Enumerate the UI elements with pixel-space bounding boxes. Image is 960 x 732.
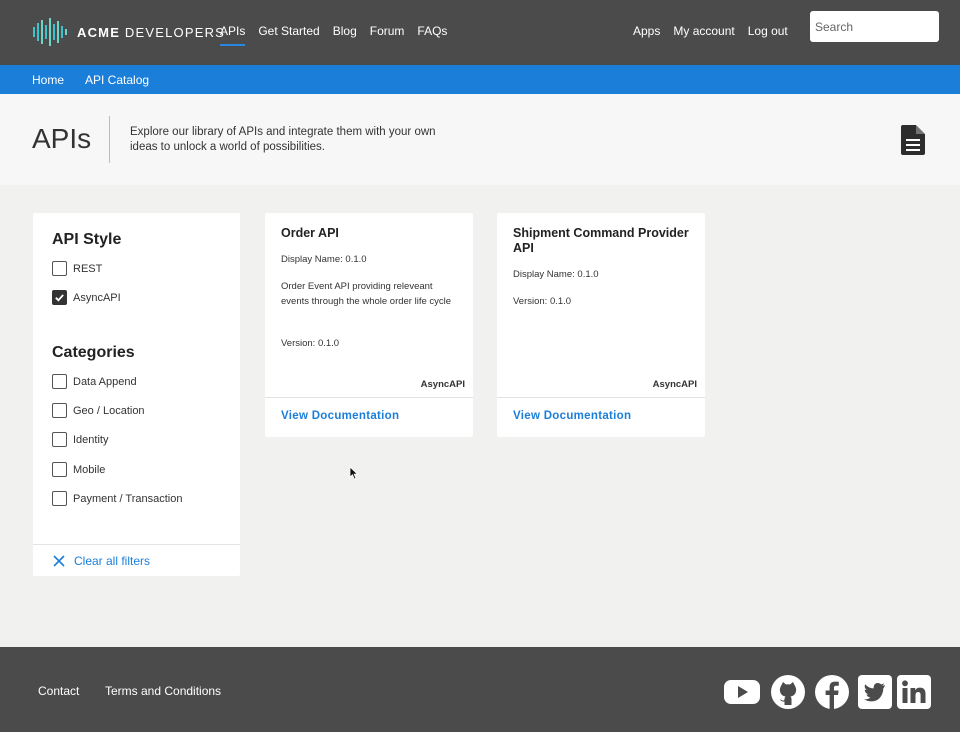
nav-log-out[interactable]: Log out [748, 24, 788, 38]
filter-mobile[interactable]: Mobile [52, 462, 105, 477]
filter-payment-transaction[interactable]: Payment / Transaction [52, 491, 182, 506]
api-style-heading: API Style [52, 231, 122, 248]
logo-text: ACME DEVELOPERS [77, 24, 226, 40]
checkbox-asyncapi[interactable] [52, 290, 67, 305]
card-title: Shipment Command Provider API [513, 226, 689, 255]
view-documentation-link[interactable]: View Documentation [513, 410, 631, 422]
footer-contact-link[interactable]: Contact [38, 684, 79, 698]
logo-wave-icon [33, 18, 67, 46]
close-icon [53, 555, 65, 567]
nav-blog[interactable]: Blog [333, 24, 357, 44]
filter-rest[interactable]: REST [52, 261, 102, 276]
filter-label: Payment / Transaction [73, 492, 183, 505]
clear-filters-label: Clear all filters [74, 554, 151, 568]
card-style-badge: AsyncAPI [652, 379, 697, 390]
page-description: Explore our library of APIs and integrat… [130, 126, 436, 153]
nav-faqs[interactable]: FAQs [417, 24, 447, 44]
youtube-icon[interactable] [724, 674, 760, 710]
card-style-badge: AsyncAPI [420, 379, 465, 390]
filter-label: Geo / Location [73, 404, 145, 417]
card-divider [265, 397, 473, 398]
card-title: Order API [281, 226, 339, 240]
breadcrumb-api-catalog[interactable]: API Catalog [85, 73, 149, 87]
search-input[interactable] [810, 11, 939, 42]
filter-geo-location[interactable]: Geo / Location [52, 403, 145, 418]
twitter-icon[interactable] [857, 674, 893, 710]
nav-apps[interactable]: Apps [633, 24, 660, 38]
filter-asyncapi[interactable]: AsyncAPI [52, 290, 121, 305]
checkbox-mobile[interactable] [52, 462, 67, 477]
categories-heading: Categories [52, 344, 135, 361]
page-title: APIs [32, 123, 92, 154]
github-icon[interactable] [770, 674, 806, 710]
nav-apis[interactable]: APIs [220, 24, 246, 46]
api-card-shipment[interactable]: Shipment Command Provider API Display Na… [497, 213, 705, 437]
checkbox-rest[interactable] [52, 261, 67, 276]
filter-data-append[interactable]: Data Append [52, 374, 137, 389]
api-card-order[interactable]: Order API Display Name: 0.1.0 Order Even… [265, 213, 473, 437]
nav-get-started[interactable]: Get Started [258, 24, 319, 44]
linkedin-icon[interactable] [896, 674, 932, 710]
user-nav: Apps My account Log out [633, 24, 801, 38]
filter-label: Identity [73, 433, 109, 446]
footer-terms-link[interactable]: Terms and Conditions [105, 684, 221, 698]
filter-divider [33, 544, 240, 545]
filter-label: Data Append [73, 375, 137, 388]
filter-panel: API Style REST AsyncAPI Categories Data … [33, 213, 240, 576]
check-icon [55, 294, 64, 302]
page-hero: APIs Explore our library of APIs and int… [0, 94, 960, 185]
checkbox-data-append[interactable] [52, 374, 67, 389]
card-description: Order Event API providing releveant even… [281, 281, 452, 307]
document-icon [901, 125, 925, 155]
top-header: ACME DEVELOPERS APIs Get Started Blog Fo… [0, 0, 960, 65]
facebook-icon[interactable] [814, 674, 850, 710]
filter-label: REST [73, 262, 103, 275]
filter-label: AsyncAPI [73, 291, 121, 304]
main-nav: APIs Get Started Blog Forum FAQs [220, 24, 460, 46]
breadcrumb: Home API Catalog [0, 65, 960, 94]
hero-divider [109, 116, 110, 163]
checkbox-payment-transaction[interactable] [52, 491, 67, 506]
acme-logo[interactable]: ACME DEVELOPERS [32, 18, 225, 46]
card-version: Version: 0.1.0 [513, 296, 572, 307]
nav-forum[interactable]: Forum [370, 24, 405, 44]
view-documentation-link[interactable]: View Documentation [281, 410, 399, 422]
card-display-name: Display Name: 0.1.0 [513, 269, 599, 280]
checkbox-geo-location[interactable] [52, 403, 67, 418]
card-version: Version: 0.1.0 [281, 338, 340, 349]
filter-label: Mobile [73, 463, 106, 476]
checkbox-identity[interactable] [52, 432, 67, 447]
clear-filters-button[interactable]: Clear all filters [52, 554, 150, 568]
nav-my-account[interactable]: My account [673, 24, 734, 38]
breadcrumb-home[interactable]: Home [32, 73, 64, 87]
filter-identity[interactable]: Identity [52, 432, 108, 447]
site-footer: Contact Terms and Conditions [0, 647, 960, 732]
mouse-cursor-icon [349, 466, 359, 480]
card-display-name: Display Name: 0.1.0 [281, 254, 367, 265]
card-divider [497, 397, 705, 398]
